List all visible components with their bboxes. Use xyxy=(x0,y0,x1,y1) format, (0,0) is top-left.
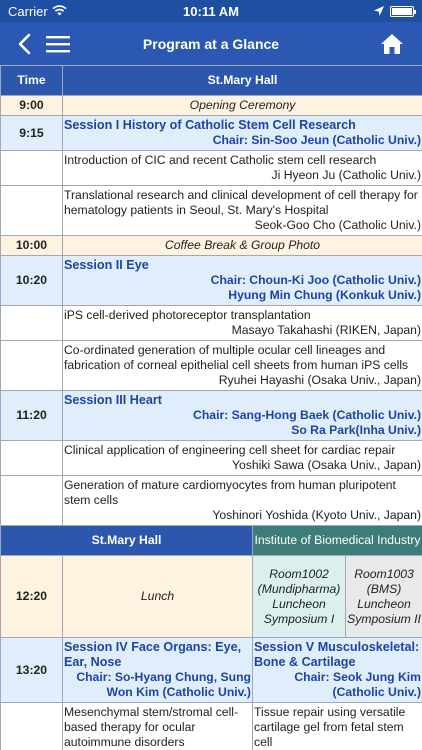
talk-cell[interactable]: Translational research and clinical deve… xyxy=(61,185,422,236)
talk-cell[interactable]: Tissue repair using versatile cartilage … xyxy=(251,702,422,750)
table-row[interactable]: 9:15 Session I History of Catholic Stem … xyxy=(0,115,422,151)
session-title: Session I History of Catholic Stem Cell … xyxy=(64,118,356,132)
clock: 10:11 AM xyxy=(183,3,239,19)
talk-speaker: Ji Hyeon Ju (Catholic Univ.) xyxy=(271,168,422,182)
session-title: Session III Heart xyxy=(64,393,162,407)
session-chair: Chair: Seok Jung Kim (Catholic Univ.) xyxy=(294,670,422,699)
row-time: 10:20 xyxy=(0,255,63,306)
talk-title: Introduction of CIC and recent Catholic … xyxy=(64,153,377,167)
session-cell[interactable]: Session I History of Catholic Stem Cell … xyxy=(61,115,422,151)
talk-cell[interactable]: Co-ordinated generation of multiple ocul… xyxy=(61,340,422,391)
talk-cell[interactable]: Introduction of CIC and recent Catholic … xyxy=(61,150,422,186)
table-row[interactable]: Introduction of CIC and recent Catholic … xyxy=(0,150,422,186)
row-time: 12:20 xyxy=(0,555,63,638)
talk-title: Tissue repair using versatile cartilage … xyxy=(254,705,406,749)
lunch-cell: Lunch xyxy=(62,555,253,638)
session-title: Session IV Face Organs: Eye, Ear, Nose xyxy=(64,640,242,669)
talk-title: Generation of mature cardiomyocytes from… xyxy=(64,478,396,507)
hall-column-header: St.Mary Hall xyxy=(61,65,422,96)
table-row[interactable]: 12:20 Lunch Room1002 (Mundipharma) Lunch… xyxy=(0,555,422,638)
talk-speaker: Yoshiki Sawa (Osaka Univ., Japan) xyxy=(232,458,422,472)
row-time: 11:20 xyxy=(0,390,63,441)
talk-title: Co-ordinated generation of multiple ocul… xyxy=(64,343,409,372)
table-row[interactable]: Mesenchymal stem/stromal cell-based ther… xyxy=(0,702,422,750)
time-column-header: Time xyxy=(0,65,63,96)
table-row[interactable]: 13:20 Session IV Face Organs: Eye, Ear, … xyxy=(0,637,422,703)
table-row: 9:00 Opening Ceremony xyxy=(0,95,422,116)
session-cochair: Hyung Min Chung (Konkuk Univ.) xyxy=(228,288,422,302)
table-row[interactable]: Translational research and clinical deve… xyxy=(0,185,422,236)
talk-speaker: Ryuhei Hayashi (Osaka Univ., Japan) xyxy=(218,373,422,387)
luncheon-symposium-2[interactable]: Room1003 (BMS) Luncheon Symposium II xyxy=(344,555,422,638)
table-row: 10:00 Coffee Break & Group Photo xyxy=(0,235,422,256)
row-time: 9:15 xyxy=(0,115,63,151)
talk-speaker: Yoshinori Yoshida (Kyoto Univ., Japan) xyxy=(212,508,422,522)
talk-speaker: Masayo Takahashi (RIKEN, Japan) xyxy=(231,323,422,337)
schedule-table: Time St.Mary Hall 9:00 Opening Ceremony … xyxy=(0,65,422,750)
carrier-label: Carrier xyxy=(8,3,48,19)
st-mary-hall-header: St.Mary Hall xyxy=(0,525,253,556)
coffee-break: Coffee Break & Group Photo xyxy=(61,235,422,256)
session-chair: Chair: Sang-Hong Baek (Catholic Univ.) xyxy=(193,408,422,422)
location-arrow-icon xyxy=(374,4,384,19)
table-row[interactable]: iPS cell-derived photoreceptor transplan… xyxy=(0,305,422,341)
talk-title: Clinical application of engineering cell… xyxy=(64,443,396,457)
session-chair: Chair: Choun-Ki Joo (Catholic Univ.) xyxy=(210,273,422,287)
nav-bar: Program at a Glance xyxy=(0,22,422,65)
table-row[interactable]: Co-ordinated generation of multiple ocul… xyxy=(0,340,422,391)
row-time: 9:00 xyxy=(0,95,63,116)
home-icon[interactable] xyxy=(378,30,406,58)
session-cell[interactable]: Session II Eye Chair: Choun-Ki Joo (Cath… xyxy=(61,255,422,306)
talk-title: Translational research and clinical deve… xyxy=(64,188,418,217)
row-time: 13:20 xyxy=(0,637,63,703)
talk-cell[interactable]: Mesenchymal stem/stromal cell-based ther… xyxy=(62,702,253,750)
talk-title: Mesenchymal stem/stromal cell-based ther… xyxy=(64,705,239,749)
menu-icon[interactable] xyxy=(44,30,72,58)
session-title: Session II Eye xyxy=(64,258,149,272)
table-row[interactable]: 10:20 Session II Eye Chair: Choun-Ki Joo… xyxy=(0,255,422,306)
table-row[interactable]: 11:20 Session III Heart Chair: Sang-Hong… xyxy=(0,390,422,441)
battery-icon xyxy=(390,5,416,17)
wifi-icon xyxy=(52,4,67,19)
institute-header: Institute of Biomedical Industry xyxy=(251,525,422,556)
luncheon-symposium-1[interactable]: Room1002 (Mundipharma) Luncheon Symposiu… xyxy=(252,555,346,638)
talk-cell[interactable]: Clinical application of engineering cell… xyxy=(61,440,422,476)
session-cell[interactable]: Session V Musculoskeletal: Bone & Cartil… xyxy=(251,637,422,703)
opening-ceremony: Opening Ceremony xyxy=(61,95,422,116)
table-row[interactable]: Clinical application of engineering cell… xyxy=(0,440,422,476)
session-cell[interactable]: Session IV Face Organs: Eye, Ear, Nose C… xyxy=(62,637,253,703)
session-chair: Chair: So-Hyang Chung, Sung Won Kim (Cat… xyxy=(76,670,251,699)
status-bar: Carrier 10:11 AM xyxy=(0,0,422,22)
talk-speaker: Seok-Goo Cho (Catholic Univ.) xyxy=(254,218,422,232)
back-icon[interactable] xyxy=(10,30,38,58)
talk-title: iPS cell-derived photoreceptor transplan… xyxy=(64,308,311,322)
session-cochair: So Ra Park(Inha Univ.) xyxy=(291,423,422,437)
row-time: 10:00 xyxy=(0,235,63,256)
session-chair: Chair: Sin-Soo Jeun (Catholic Univ.) xyxy=(212,133,422,147)
session-cell[interactable]: Session III Heart Chair: Sang-Hong Baek … xyxy=(61,390,422,441)
talk-cell[interactable]: iPS cell-derived photoreceptor transplan… xyxy=(61,305,422,341)
table-row[interactable]: Generation of mature cardiomyocytes from… xyxy=(0,475,422,526)
talk-cell[interactable]: Generation of mature cardiomyocytes from… xyxy=(61,475,422,526)
session-title: Session V Musculoskeletal: Bone & Cartil… xyxy=(254,640,420,669)
